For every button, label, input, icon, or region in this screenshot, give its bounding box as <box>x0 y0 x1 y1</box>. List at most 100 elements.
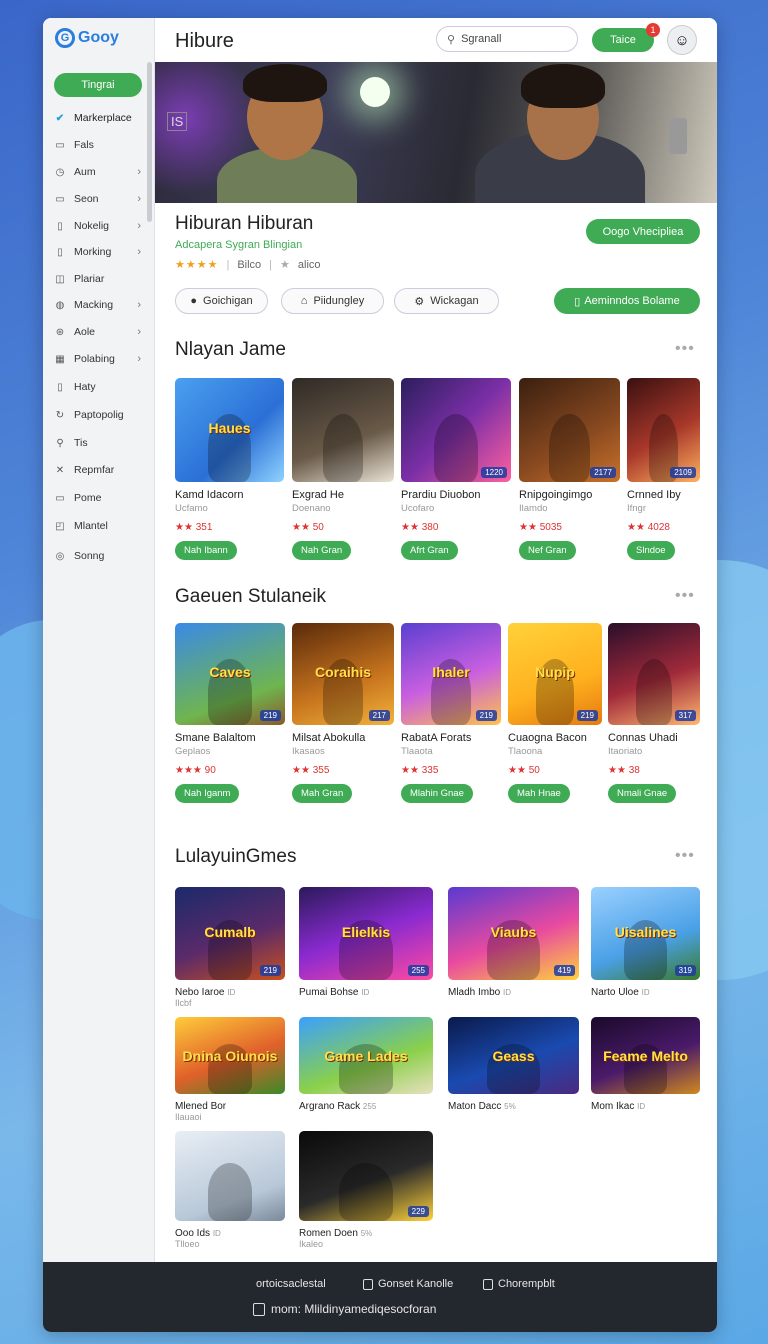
game-card[interactable]: Ooo Ids ID Tlloeo <box>175 1131 285 1249</box>
sidebar-item-nokelig[interactable]: ▯ Nokelig › <box>53 216 149 236</box>
game-rating: ★★ 335 <box>401 765 439 776</box>
tab-3[interactable]: ⚙ Wickagan <box>394 288 499 314</box>
game-thumbnail[interactable]: 2177 <box>519 378 620 482</box>
game-card[interactable]: Coraihis 217 Milsat Abokulla Ikasaos ★★ 355 M… <box>292 623 394 803</box>
tab-2[interactable]: ⌂ Piidungley <box>281 288 384 314</box>
game-thumbnail[interactable]: Coraihis 217 <box>292 623 394 725</box>
game-subtitle: Ifngr <box>627 503 647 514</box>
game-subtitle: Geplaos <box>175 746 211 757</box>
document-icon: ▯ <box>57 246 63 258</box>
game-card[interactable]: Exgrad He Doenano ★★ 50 Nah Gran <box>292 378 394 560</box>
sidebar-item-paptopolig[interactable]: ↻ Paptopolig <box>53 405 149 425</box>
phone-icon <box>669 118 687 154</box>
game-card[interactable]: Nupip 219 Cuaogna Bacon Tlaoona ★★ 50 Mah Hna… <box>508 623 602 803</box>
footer-link-1-label: ortoicsaclestal <box>256 1278 326 1290</box>
game-meta: Nebo Iaroe ID <box>175 987 285 998</box>
sidebar-item-morking[interactable]: ▯ Morking › <box>53 242 149 262</box>
sidebar-item-repmfar[interactable]: ✕ Repmfar <box>53 460 149 480</box>
game-play-button[interactable]: Slndoe <box>627 541 675 560</box>
game-thumbnail[interactable]: Feame Melto <box>591 1017 700 1094</box>
game-card[interactable]: Game Lades Argrano Rack 255 <box>299 1017 433 1112</box>
section-2-more-icon[interactable]: ••• <box>675 587 695 605</box>
game-thumbnail[interactable]: Viaubs 419 <box>448 887 579 980</box>
game-thumbnail[interactable]: Cumalb 219 <box>175 887 285 980</box>
game-card[interactable]: Geass Maton Dacc 5% <box>448 1017 579 1112</box>
game-card[interactable]: Feame Melto Mom Ikac ID <box>591 1017 700 1112</box>
game-card[interactable]: 1220 Prardiu Diuobon Ucofaro ★★ 380 Afrt Gra… <box>401 378 511 560</box>
game-tag: ID <box>227 988 236 997</box>
notification-badge[interactable]: 1 <box>646 23 660 37</box>
game-rating: ★★ 5035 <box>519 522 562 533</box>
game-card[interactable]: 2109 Crnned Iby Ifngr ★★ 4028 Slndoe <box>627 378 700 560</box>
sidebar-scrollbar[interactable] <box>147 62 152 222</box>
game-thumbnail[interactable]: Haues <box>175 378 284 482</box>
game-thumbnail[interactable] <box>175 1131 285 1221</box>
game-play-button[interactable]: Nah Iganm <box>175 784 240 803</box>
game-play-button[interactable]: Nah Gran <box>292 541 352 560</box>
thumbnail-title: Haues <box>208 419 251 436</box>
game-thumbnail[interactable]: Dnina Oiunois <box>175 1017 285 1094</box>
game-card[interactable]: Caves 219 Smane Balaltom Geplaos ★★★ 90 Nah I… <box>175 623 285 803</box>
wide-action-button[interactable]: ▯ Aeminndos Bolame <box>554 288 700 314</box>
sidebar-item-macking[interactable]: ◍ Macking › <box>53 295 149 315</box>
sidebar-item-plariar[interactable]: ◫ Plariar <box>53 269 149 289</box>
sidebar-item-sonng[interactable]: ◎ Sonng <box>53 546 149 566</box>
game-thumbnail[interactable]: Game Lades <box>299 1017 433 1094</box>
game-play-button[interactable]: Afrt Gran <box>401 541 458 560</box>
section-3-more-icon[interactable]: ••• <box>675 847 695 865</box>
primary-action-button[interactable]: Oogo Vhecipliea <box>586 219 700 244</box>
sidebar-item-polabing[interactable]: ▦ Polabing › <box>53 349 149 369</box>
thumbnail-badge: 217 <box>368 710 390 721</box>
game-play-button[interactable]: Nef Gran <box>519 541 576 560</box>
game-play-button[interactable]: Mah Gran <box>292 784 353 803</box>
game-card[interactable]: Haues Kamd Idacorn Ucfamo ★★ 351 Nah Ibann <box>175 378 284 560</box>
thumbnail-badge: 2177 <box>590 467 616 478</box>
search-input[interactable]: ⚲ Sgranall <box>436 26 578 52</box>
game-card[interactable]: Ihaler 219 RabatA Forats Tlaaota ★★ 335 Mlahi… <box>401 623 501 803</box>
game-thumbnail[interactable] <box>292 378 394 482</box>
game-card[interactable]: Cumalb 219 Nebo Iaroe ID Ilcbf <box>175 887 285 1008</box>
game-card[interactable]: 229 Romen Doen 5% Ikaleo <box>299 1131 433 1249</box>
avatar[interactable]: ☺ <box>667 25 697 55</box>
sidebar-item-haty[interactable]: ▯ Haty <box>53 377 149 397</box>
game-play-button[interactable]: Mlahin Gnae <box>401 784 473 803</box>
header-action-button[interactable]: Taice <box>592 28 654 52</box>
footer-link-3[interactable]: Chorempblt <box>483 1278 555 1290</box>
footer-bottom[interactable]: mom: Mlildinyamediqesocforan <box>253 1302 436 1316</box>
sidebar-item-aole[interactable]: ⊛ Aole › <box>53 322 149 342</box>
game-card[interactable]: Elielkis 255 Pumai Bohse ID <box>299 887 433 998</box>
game-thumbnail[interactable]: 229 <box>299 1131 433 1221</box>
game-thumbnail[interactable]: Geass <box>448 1017 579 1094</box>
app-window: G Gooy Tingrai ✔ Markerplace ▭ Fals ◷ Aum › ▭ Se… <box>43 18 717 1332</box>
game-thumbnail[interactable]: Ihaler 219 <box>401 623 501 725</box>
game-thumbnail[interactable]: Uisalines 319 <box>591 887 700 980</box>
game-thumbnail[interactable]: 1220 <box>401 378 511 482</box>
game-thumbnail[interactable]: Caves 219 <box>175 623 285 725</box>
game-card[interactable]: Uisalines 319 Narto Uloe ID <box>591 887 700 998</box>
footer-link-2[interactable]: Gonset Kanolle <box>363 1278 453 1290</box>
sidebar-item-aum[interactable]: ◷ Aum › <box>53 162 149 182</box>
game-thumbnail[interactable]: 2109 <box>627 378 700 482</box>
footer-link-1[interactable]: ortoicsaclestal <box>256 1278 326 1290</box>
tab-1[interactable]: ● Goichigan <box>175 288 268 314</box>
sidebar-item-markerplace[interactable]: ✔ Markerplace <box>53 108 149 128</box>
game-card[interactable]: Viaubs 419 Mladh Imbo ID <box>448 887 579 998</box>
sidebar-item-seon[interactable]: ▭ Seon › <box>53 189 149 209</box>
game-play-button[interactable]: Nah Ibann <box>175 541 237 560</box>
sidebar-item-pome[interactable]: ▭ Pome <box>53 488 149 508</box>
logo[interactable]: G Gooy <box>55 28 119 48</box>
game-thumbnail[interactable]: Elielkis 255 <box>299 887 433 980</box>
game-play-button[interactable]: Nmali Gnae <box>608 784 677 803</box>
sidebar-item-fals[interactable]: ▭ Fals <box>53 135 149 155</box>
sidebar-item-mlantel[interactable]: ◰ Mlantel <box>53 516 149 536</box>
sidebar-cta-button[interactable]: Tingrai <box>54 73 142 97</box>
game-card[interactable]: 317 Connas Uhadi Itaoriato ★★ 38 Nmali Gnae <box>608 623 700 803</box>
sidebar-item-tis[interactable]: ⚲ Tis <box>53 433 149 453</box>
game-card[interactable]: 2177 Rnipgoingimgo Ilamdo ★★ 5035 Nef Gran <box>519 378 620 560</box>
game-play-button[interactable]: Mah Hnae <box>508 784 570 803</box>
game-thumbnail[interactable]: Nupip 219 <box>508 623 602 725</box>
game-card[interactable]: Dnina Oiunois Mlened Bor Ilauaoi <box>175 1017 285 1122</box>
section-1-more-icon[interactable]: ••• <box>675 340 695 358</box>
game-name: Rnipgoingimgo <box>519 489 593 501</box>
game-thumbnail[interactable]: 317 <box>608 623 700 725</box>
